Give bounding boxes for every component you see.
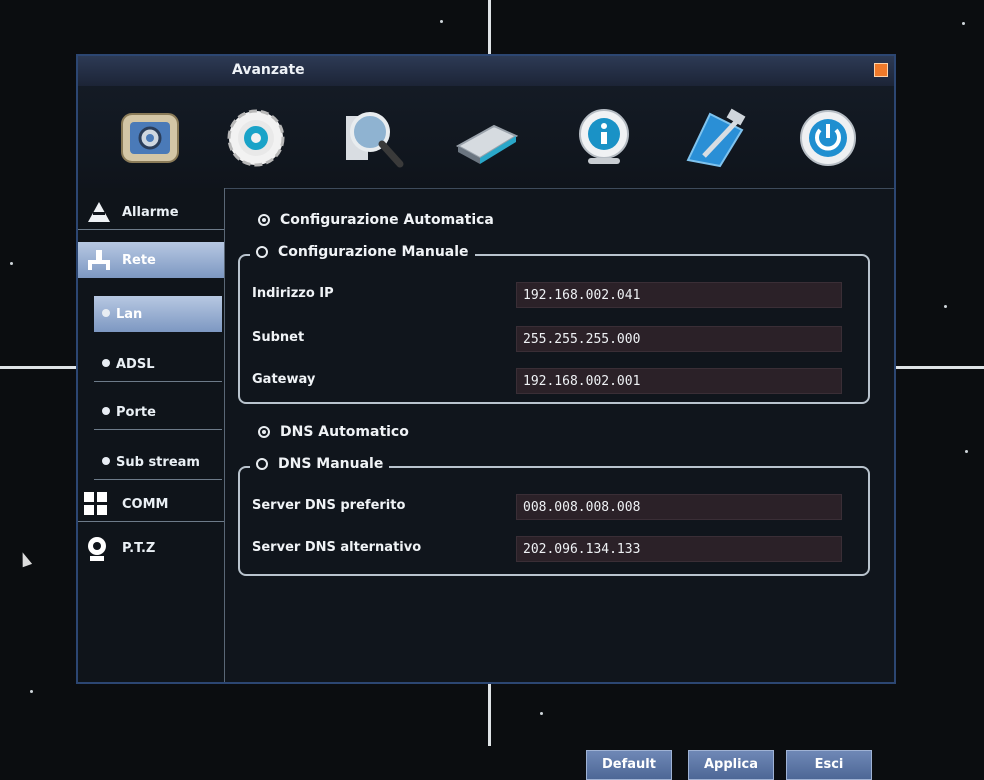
hard-disk-icon[interactable] xyxy=(454,106,518,170)
apply-button[interactable]: Applica xyxy=(688,750,774,780)
sidebar-item-label: ADSL xyxy=(116,357,155,372)
background-horizontal-line-right xyxy=(896,366,984,369)
sidebar-item-allarme[interactable]: Allarme xyxy=(78,194,224,230)
subnet-label: Subnet xyxy=(252,330,305,345)
auto-config-label: Configurazione Automatica xyxy=(280,212,494,228)
network-settings-panel: Configurazione Automatica Configurazione… xyxy=(224,188,894,780)
tools-icon[interactable] xyxy=(684,106,748,170)
subnet-field[interactable]: 255.255.255.000 xyxy=(516,326,842,352)
toolbar xyxy=(78,86,894,189)
background-star xyxy=(30,690,33,693)
advanced-settings-window: Avanzate Allarme Rete Lan ADSL Porte Sub… xyxy=(76,54,896,780)
comm-grid-icon xyxy=(84,492,107,515)
background-horizontal-line-left xyxy=(0,366,76,369)
close-button[interactable] xyxy=(874,63,888,77)
dns-auto-label: DNS Automatico xyxy=(280,424,409,440)
ptz-camera-icon xyxy=(88,537,106,561)
radio-unselected-icon[interactable] xyxy=(256,246,268,258)
sidebar-item-rete[interactable]: Rete xyxy=(78,242,224,278)
sidebar-item-lan[interactable]: Lan xyxy=(94,296,222,332)
sidebar-item-label: Lan xyxy=(116,307,143,322)
background-star xyxy=(10,262,13,265)
sidebar-item-label: Sub stream xyxy=(116,455,200,470)
ip-field[interactable]: 192.168.002.041 xyxy=(516,282,842,308)
gear-icon[interactable] xyxy=(224,106,288,170)
sidebar-item-porte[interactable]: Porte xyxy=(94,394,222,430)
radio-unselected-icon[interactable] xyxy=(256,458,268,470)
divider xyxy=(94,479,222,480)
radio-selected-icon[interactable] xyxy=(258,214,270,226)
bullet-icon xyxy=(102,359,110,367)
divider xyxy=(78,229,224,230)
mouse-cursor-icon xyxy=(17,550,33,568)
sidebar-item-adsl[interactable]: ADSL xyxy=(94,346,222,382)
sidebar-item-label: Allarme xyxy=(122,205,179,220)
divider xyxy=(94,381,222,382)
manual-config-group: Configurazione Manuale Indirizzo IP 192.… xyxy=(238,244,870,404)
dns-manual-label: DNS Manuale xyxy=(278,456,384,472)
sidebar-item-label: Porte xyxy=(116,405,156,420)
network-icon xyxy=(88,250,110,270)
settings-panel-icon[interactable] xyxy=(118,106,182,170)
default-button[interactable]: Default xyxy=(586,750,672,780)
dns-auto-option[interactable]: DNS Automatico xyxy=(258,424,409,440)
divider xyxy=(94,429,222,430)
sidebar-item-comm[interactable]: COMM xyxy=(78,486,224,522)
ip-label: Indirizzo IP xyxy=(252,286,334,301)
power-icon[interactable] xyxy=(796,106,860,170)
background-star xyxy=(962,22,965,25)
gateway-field[interactable]: 192.168.002.001 xyxy=(516,368,842,394)
window-title: Avanzate xyxy=(232,62,305,78)
background-star xyxy=(540,712,543,715)
divider xyxy=(78,521,224,522)
sidebar-item-sub-stream[interactable]: Sub stream xyxy=(94,444,222,480)
bullet-icon xyxy=(102,457,110,465)
sidebar-item-label: P.T.Z xyxy=(122,541,156,556)
exit-button[interactable]: Esci xyxy=(786,750,872,780)
radio-selected-icon[interactable] xyxy=(258,426,270,438)
bullet-icon xyxy=(102,407,110,415)
background-star xyxy=(965,450,968,453)
dns-alternate-label: Server DNS alternativo xyxy=(252,540,422,555)
manual-config-label: Configurazione Manuale xyxy=(278,244,469,260)
title-bar: Avanzate xyxy=(78,56,894,86)
dns-manual-option[interactable]: DNS Manuale xyxy=(250,456,390,472)
sidebar-item-label: COMM xyxy=(122,497,169,512)
alarm-cone-icon xyxy=(88,202,110,222)
sidebar-item-ptz[interactable]: P.T.Z xyxy=(78,530,224,566)
manual-config-option[interactable]: Configurazione Manuale xyxy=(250,244,475,260)
auto-config-option[interactable]: Configurazione Automatica xyxy=(258,212,494,228)
dns-alternate-field[interactable]: 202.096.134.133 xyxy=(516,536,842,562)
bullet-icon xyxy=(102,309,110,317)
gateway-label: Gateway xyxy=(252,372,316,387)
background-star xyxy=(944,305,947,308)
search-icon[interactable] xyxy=(340,106,404,170)
dns-preferred-field[interactable]: 008.008.008.008 xyxy=(516,494,842,520)
info-icon[interactable] xyxy=(572,106,636,170)
sidebar-item-label: Rete xyxy=(122,253,156,268)
dns-manual-group: DNS Manuale Server DNS preferito 008.008… xyxy=(238,456,870,576)
background-star xyxy=(440,20,443,23)
dns-preferred-label: Server DNS preferito xyxy=(252,498,406,513)
sidebar: Allarme Rete Lan ADSL Porte Sub stream C… xyxy=(78,188,225,682)
